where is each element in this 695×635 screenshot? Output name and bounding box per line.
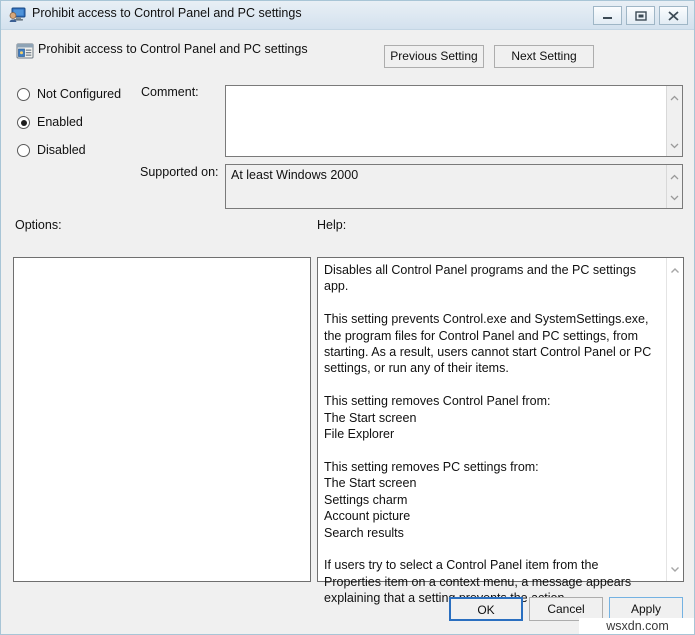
maximize-button[interactable] bbox=[626, 6, 655, 25]
chevron-up-icon[interactable] bbox=[667, 167, 682, 185]
watermark: wsxdn.com bbox=[579, 618, 695, 635]
supported-on-scrollbar[interactable] bbox=[666, 165, 682, 208]
group-policy-setting-icon bbox=[16, 42, 34, 60]
group-policy-setting-dialog: Prohibit access to Control Panel and PC … bbox=[0, 0, 695, 635]
options-label: Options: bbox=[15, 218, 62, 232]
title-bar: Prohibit access to Control Panel and PC … bbox=[1, 1, 695, 30]
next-setting-button[interactable]: Next Setting bbox=[494, 45, 594, 68]
help-text: Disables all Control Panel programs and … bbox=[324, 262, 654, 607]
policy-monitor-icon bbox=[9, 7, 26, 23]
options-panel[interactable] bbox=[13, 257, 311, 582]
supported-on-field: At least Windows 2000 bbox=[225, 164, 683, 209]
radio-enabled-label: Enabled bbox=[37, 115, 83, 129]
minimize-button[interactable] bbox=[593, 6, 622, 25]
ok-button[interactable]: OK bbox=[449, 597, 523, 621]
chevron-up-icon[interactable] bbox=[667, 88, 682, 106]
radio-not-configured-label: Not Configured bbox=[37, 87, 121, 101]
comment-scrollbar[interactable] bbox=[666, 86, 682, 156]
comment-label: Comment: bbox=[141, 85, 199, 99]
comment-input[interactable] bbox=[225, 85, 683, 157]
setting-name-heading: Prohibit access to Control Panel and PC … bbox=[38, 42, 308, 56]
chevron-down-icon[interactable] bbox=[667, 560, 683, 578]
supported-on-value: At least Windows 2000 bbox=[231, 168, 662, 182]
radio-enabled-mark bbox=[17, 116, 30, 129]
radio-not-configured-mark bbox=[17, 88, 30, 101]
radio-disabled-label: Disabled bbox=[37, 143, 86, 157]
previous-setting-button[interactable]: Previous Setting bbox=[384, 45, 484, 68]
supported-on-label: Supported on: bbox=[140, 165, 219, 179]
chevron-up-icon[interactable] bbox=[667, 261, 683, 279]
radio-disabled-mark bbox=[17, 144, 30, 157]
help-scrollbar[interactable] bbox=[666, 258, 683, 581]
chevron-down-icon[interactable] bbox=[667, 188, 682, 206]
chevron-down-icon[interactable] bbox=[667, 136, 682, 154]
help-panel: Disables all Control Panel programs and … bbox=[317, 257, 684, 582]
help-label: Help: bbox=[317, 218, 346, 232]
window-title: Prohibit access to Control Panel and PC … bbox=[32, 6, 302, 20]
close-button[interactable] bbox=[659, 6, 688, 25]
